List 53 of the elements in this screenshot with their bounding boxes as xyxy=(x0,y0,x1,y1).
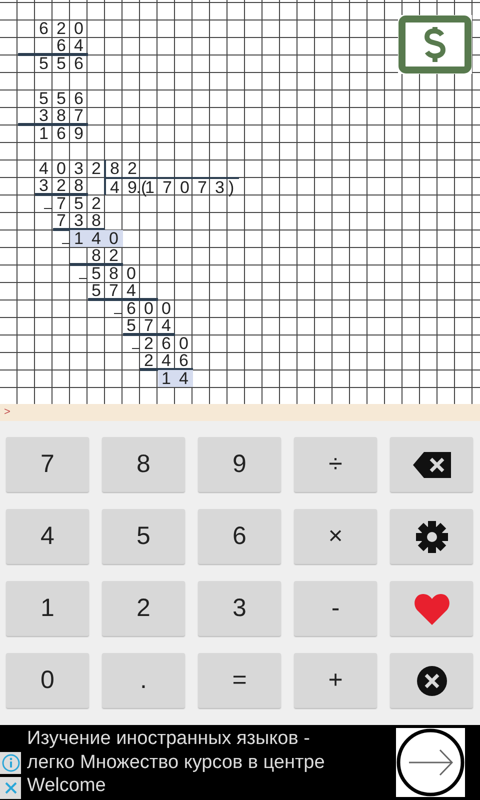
digits: 5 5 6 xyxy=(38,90,84,107)
settings-icon xyxy=(416,520,448,552)
close-icon xyxy=(4,782,16,794)
key-button[interactable]: 0 xyxy=(6,653,89,708)
settings-button[interactable] xyxy=(390,509,473,564)
key-button[interactable]: 5 xyxy=(102,509,185,564)
digits: 5 8 0 xyxy=(90,264,137,282)
digits: 8 2 xyxy=(90,247,120,264)
digits: 2 6 0 xyxy=(143,334,190,352)
digits: 5 7 4 xyxy=(90,282,137,300)
info-icon xyxy=(2,754,20,772)
key-button[interactable]: = xyxy=(198,653,281,708)
digits: 5 7 4 xyxy=(126,317,172,334)
digits: 4 0 3 2 xyxy=(38,160,102,177)
arrow-circle-icon xyxy=(396,728,465,797)
backspace-button[interactable] xyxy=(390,437,473,492)
divisor-digits: 8 2 xyxy=(104,160,141,177)
clear-icon xyxy=(416,666,446,696)
heart-icon xyxy=(414,592,450,624)
ad-open-button[interactable] xyxy=(396,728,465,797)
digits: 1 4 xyxy=(158,370,192,387)
backspace-icon xyxy=(412,452,450,478)
digits: 2 4 6 xyxy=(143,352,190,370)
digits: 1 6 9 xyxy=(38,124,84,142)
key-button[interactable]: 2 xyxy=(102,581,185,636)
digits: 6 0 0 xyxy=(126,300,172,317)
digits: 1 4 0 xyxy=(70,230,122,247)
key-button[interactable]: ÷ xyxy=(294,437,377,492)
digits: 7 5 2 xyxy=(56,194,102,212)
heart-button[interactable] xyxy=(390,581,473,636)
currency-button[interactable] xyxy=(398,15,472,74)
clear-button[interactable] xyxy=(390,653,473,708)
key-button[interactable]: 1 xyxy=(6,581,89,636)
key-button[interactable]: × xyxy=(294,509,377,564)
key-button[interactable]: + xyxy=(294,653,377,708)
digits: 3 8 7 xyxy=(38,107,84,124)
quotient-digits: 4 9.(1 7 0 7 3) xyxy=(104,177,238,194)
key-button[interactable]: . xyxy=(102,653,185,708)
key-button[interactable]: 8 xyxy=(102,437,185,492)
digits: 6 4 xyxy=(56,37,84,54)
digits: 6 2 0 xyxy=(38,20,84,37)
key-button[interactable]: 9 xyxy=(198,437,281,492)
dollar-icon xyxy=(398,15,472,74)
prompt-symbol: > xyxy=(4,406,10,418)
key-button[interactable]: 4 xyxy=(6,509,89,564)
key-button[interactable]: 3 xyxy=(198,581,281,636)
ad-text: Изучение иностранных языков - легко Множество курсов в центре Welcome xyxy=(27,727,326,798)
key-button[interactable]: - xyxy=(294,581,377,636)
digits: 3 2 8 xyxy=(38,177,84,194)
key-button[interactable]: 6 xyxy=(198,509,281,564)
key-button[interactable]: 7 xyxy=(6,437,89,492)
digits: 7 3 8 xyxy=(56,212,102,230)
digits: 5 5 6 xyxy=(38,54,84,72)
